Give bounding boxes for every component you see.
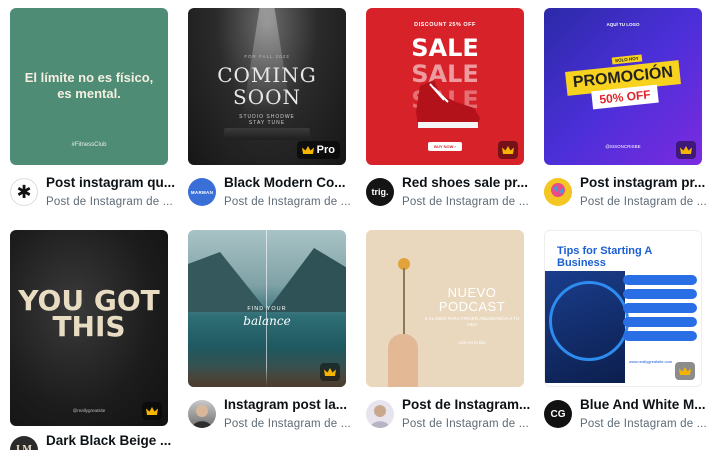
template-thumbnail[interactable]: El límite no es físico, es mental. #Fitn… bbox=[10, 8, 168, 165]
template-title[interactable]: Post instagram qu... bbox=[46, 174, 186, 192]
thumbnail-link-text: Link en la Bio bbox=[458, 340, 486, 345]
pedestal-graphic bbox=[224, 128, 310, 140]
template-subtitle: Post de Instagram de ... bbox=[224, 196, 351, 208]
thumbnail-studio: STUDIO SHODWE STAY TUNE bbox=[239, 114, 295, 126]
pro-label: Pro bbox=[316, 144, 335, 156]
template-card[interactable]: FIND YOUR balance bbox=[188, 230, 346, 387]
avatar-face-icon bbox=[544, 178, 572, 206]
pro-badge: Pro bbox=[296, 141, 340, 159]
premium-badge bbox=[675, 362, 695, 380]
creator-avatar[interactable] bbox=[188, 400, 216, 428]
template-thumbnail[interactable]: AQUÍ TU LOGO SOLO HOY PROMOCIÓN 50% OFF … bbox=[544, 8, 702, 165]
template-thumbnail[interactable]: DISCOUNT 25% OFF SALE SALE SALE BUY NOW … bbox=[366, 8, 524, 165]
template-title[interactable]: Post instagram pr... bbox=[580, 174, 711, 192]
template-card[interactable]: FOR FALL 2023 COMING SOON STUDIO SHODWE S… bbox=[188, 8, 346, 165]
mountain-graphic bbox=[188, 252, 268, 312]
thumbnail-solo-tag: SOLO HOY bbox=[611, 54, 643, 65]
template-title[interactable]: Instagram post la... bbox=[224, 396, 364, 414]
creator-avatar[interactable]: MARMAN bbox=[188, 178, 216, 206]
thumbnail-headline: COMING SOON bbox=[217, 63, 317, 109]
thumbnail-headline: YOU GOT THIS bbox=[18, 284, 160, 343]
ring-graphic bbox=[549, 281, 629, 361]
creator-avatar[interactable] bbox=[366, 400, 394, 428]
mountain-graphic bbox=[266, 248, 346, 312]
thumbnail-script-text: balance bbox=[243, 314, 291, 328]
crown-icon bbox=[324, 368, 336, 377]
template-card[interactable]: DISCOUNT 25% OFF SALE SALE SALE BUY NOW … bbox=[366, 8, 524, 165]
premium-badge bbox=[676, 141, 696, 159]
template-subtitle: Post de Instagram de ... bbox=[402, 196, 529, 208]
template-subtitle: Post de Instagram de ... bbox=[46, 196, 173, 208]
template-card[interactable]: AQUÍ TU LOGO SOLO HOY PROMOCIÓN 50% OFF … bbox=[544, 8, 702, 165]
thumbnail-footer: #FitnessClub bbox=[71, 142, 107, 148]
creator-avatar[interactable]: ✱ bbox=[10, 178, 38, 206]
buy-now-graphic: BUY NOW › bbox=[428, 142, 462, 151]
thumbnail-top-text: FIND YOUR bbox=[247, 306, 287, 312]
template-subtitle: Post de Instagram de ... bbox=[402, 418, 529, 430]
premium-badge bbox=[320, 363, 340, 381]
template-title[interactable]: Black Modern Co... bbox=[224, 174, 364, 192]
premium-badge bbox=[142, 402, 162, 420]
template-title[interactable]: Blue And White M... bbox=[580, 396, 711, 414]
thumbnail-headline: Tips for Starting A Business bbox=[557, 245, 652, 269]
avatar-person-icon bbox=[370, 405, 390, 428]
template-meta[interactable]: trig. Red shoes sale pr... Post de Insta… bbox=[366, 174, 536, 214]
thumbnail-headline: El límite no es físico, es mental. bbox=[24, 70, 154, 101]
template-card[interactable]: YOU GOT THIS @reallygreatsite bbox=[10, 230, 168, 426]
creator-avatar[interactable]: CG bbox=[544, 400, 572, 428]
thumbnail-subtext: 5 CLASES PARA ATRAER ABUNDANCIA A TU VID… bbox=[424, 316, 520, 327]
creator-avatar[interactable]: LM bbox=[10, 436, 38, 450]
thumbnail-top-text: DISCOUNT 25% OFF bbox=[414, 22, 476, 28]
tips-list-graphic bbox=[623, 275, 697, 345]
template-meta[interactable]: CG Blue And White M... Post de Instagram… bbox=[544, 396, 711, 436]
template-title[interactable]: Red shoes sale pr... bbox=[402, 174, 542, 192]
stem-graphic bbox=[403, 268, 405, 338]
premium-badge bbox=[498, 141, 518, 159]
crown-icon bbox=[302, 146, 314, 155]
template-meta[interactable]: MARMAN Black Modern Co... Post de Instag… bbox=[188, 174, 358, 214]
crown-icon bbox=[679, 367, 691, 376]
template-thumbnail[interactable]: FIND YOUR balance bbox=[188, 230, 346, 387]
template-meta[interactable]: ✱ Post instagram qu... Post de Instagram… bbox=[10, 174, 180, 214]
template-subtitle: Post de Instagram de ... bbox=[580, 196, 707, 208]
crown-icon bbox=[146, 407, 158, 416]
template-meta[interactable]: LM Dark Black Beige ... bbox=[10, 432, 180, 450]
creator-avatar[interactable] bbox=[544, 178, 572, 206]
template-meta[interactable]: Post de Instagram... Post de Instagram d… bbox=[366, 396, 536, 436]
crown-icon bbox=[502, 146, 514, 155]
thumbnail-top-text: AQUÍ TU LOGO bbox=[606, 22, 640, 27]
template-thumbnail[interactable]: FOR FALL 2023 COMING SOON STUDIO SHODWE S… bbox=[188, 8, 346, 165]
avatar-person-icon bbox=[192, 405, 212, 428]
crown-icon bbox=[680, 146, 692, 155]
template-card[interactable]: NUEVO PODCAST 5 CLASES PARA ATRAER ABUND… bbox=[366, 230, 524, 387]
template-meta[interactable]: Instagram post la... Post de Instagram d… bbox=[188, 396, 358, 436]
hand-graphic bbox=[388, 334, 418, 387]
template-title[interactable]: Post de Instagram... bbox=[402, 396, 542, 414]
template-card[interactable]: El límite no es físico, es mental. #Fitn… bbox=[10, 8, 168, 165]
template-subtitle: Post de Instagram de ... bbox=[580, 418, 707, 430]
template-title[interactable]: Dark Black Beige ... bbox=[46, 432, 186, 450]
thumbnail-headline: NUEVO PODCAST bbox=[438, 285, 506, 314]
template-thumbnail[interactable]: NUEVO PODCAST 5 CLASES PARA ATRAER ABUND… bbox=[366, 230, 524, 387]
thumbnail-web-text: www.reallygreatsite.com bbox=[629, 359, 673, 364]
template-subtitle: Post de Instagram de ... bbox=[224, 418, 351, 430]
template-meta[interactable]: Post instagram pr... Post de Instagram d… bbox=[544, 174, 711, 214]
thumbnail-headline: SALE bbox=[411, 34, 479, 62]
creator-avatar[interactable]: trig. bbox=[366, 178, 394, 206]
thumbnail-top-text: FOR FALL 2023 bbox=[244, 54, 290, 59]
template-thumbnail[interactable]: YOU GOT THIS @reallygreatsite bbox=[10, 230, 168, 426]
template-card[interactable]: Tips for Starting A Business www.reallyg… bbox=[544, 230, 702, 387]
template-thumbnail[interactable]: Tips for Starting A Business www.reallyg… bbox=[544, 230, 702, 387]
shoe-illustration bbox=[416, 80, 480, 128]
